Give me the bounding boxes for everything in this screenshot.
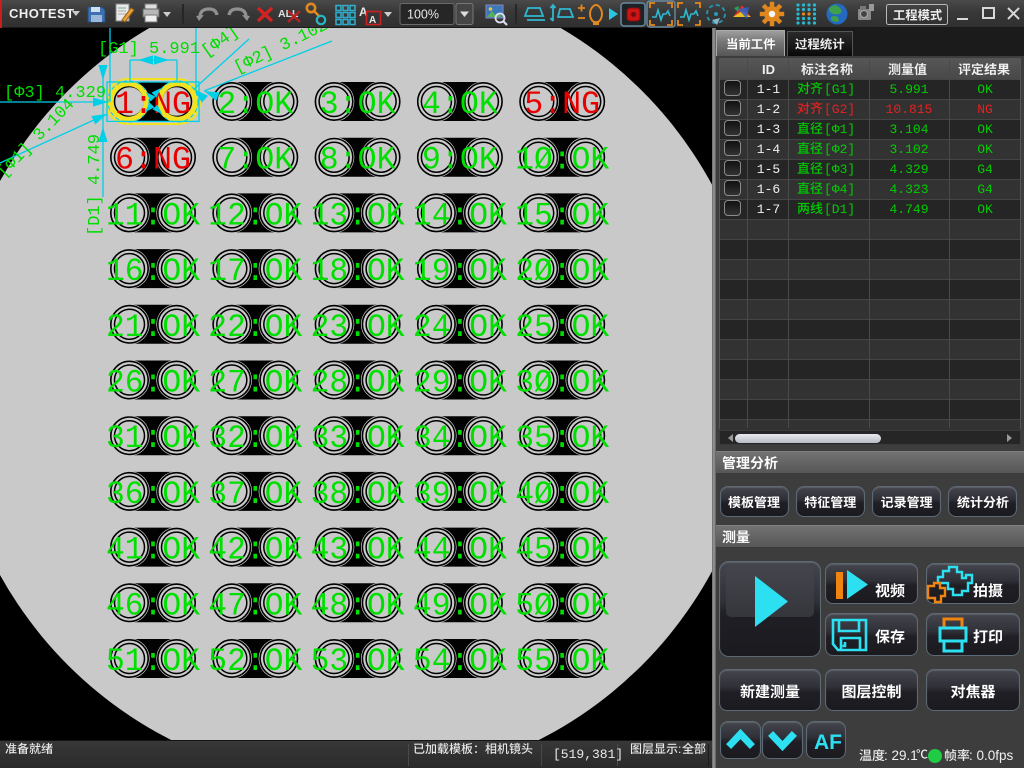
svg-text:14:OK: 14:OK: [413, 197, 507, 234]
svg-text:28:OK: 28:OK: [311, 365, 405, 402]
svg-text:21:OK: 21:OK: [106, 309, 200, 346]
svg-text:100%: 100%: [407, 8, 439, 22]
svg-text:39:OK: 39:OK: [413, 476, 507, 513]
svg-text:51:OK: 51:OK: [106, 643, 200, 680]
svg-text:5Ø:OK: 5Ø:OK: [515, 587, 609, 624]
svg-text:25:OK: 25:OK: [515, 309, 609, 346]
svg-text:34:OK: 34:OK: [413, 420, 507, 457]
svg-text:26:OK: 26:OK: [106, 365, 200, 402]
svg-text:[Φ3] 4.329: [Φ3] 4.329: [4, 84, 106, 103]
svg-text:42:OK: 42:OK: [208, 532, 302, 569]
svg-text:4:OK: 4:OK: [422, 86, 498, 123]
svg-text:3:OK: 3:OK: [320, 86, 396, 123]
svg-text:44:OK: 44:OK: [413, 532, 507, 569]
svg-text:22:OK: 22:OK: [208, 309, 302, 346]
svg-text:45:OK: 45:OK: [515, 532, 609, 569]
svg-text:18:OK: 18:OK: [311, 253, 405, 290]
svg-text:35:OK: 35:OK: [515, 420, 609, 457]
svg-text:15:OK: 15:OK: [515, 197, 609, 234]
svg-text:2Ø:OK: 2Ø:OK: [515, 253, 609, 290]
svg-text:37:OK: 37:OK: [208, 476, 302, 513]
svg-text:48:OK: 48:OK: [311, 587, 405, 624]
svg-text:4Ø:OK: 4Ø:OK: [515, 476, 609, 513]
svg-text:29:OK: 29:OK: [413, 365, 507, 402]
svg-text:47:OK: 47:OK: [208, 587, 302, 624]
svg-text:31:OK: 31:OK: [106, 420, 200, 457]
svg-text:8:OK: 8:OK: [320, 142, 396, 179]
svg-text:13:OK: 13:OK: [311, 197, 405, 234]
svg-text:19:OK: 19:OK: [413, 253, 507, 290]
svg-text:46:OK: 46:OK: [106, 587, 200, 624]
svg-text:49:OK: 49:OK: [413, 587, 507, 624]
svg-text:24:OK: 24:OK: [413, 309, 507, 346]
svg-text:43:OK: 43:OK: [311, 532, 405, 569]
svg-text:36:OK: 36:OK: [106, 476, 200, 513]
svg-text:41:OK: 41:OK: [106, 532, 200, 569]
svg-text:38:OK: 38:OK: [311, 476, 405, 513]
svg-text:11:OK: 11:OK: [106, 197, 200, 234]
svg-text:16:OK: 16:OK: [106, 253, 200, 290]
svg-text:9:OK: 9:OK: [422, 142, 498, 179]
svg-text:33:OK: 33:OK: [311, 420, 405, 457]
svg-text:55:OK: 55:OK: [515, 643, 609, 680]
svg-text:54:OK: 54:OK: [413, 643, 507, 680]
svg-text:32:OK: 32:OK: [208, 420, 302, 457]
svg-text:2:OK: 2:OK: [217, 86, 293, 123]
svg-text:[D1] 4.749: [D1] 4.749: [86, 134, 105, 236]
svg-text:27:OK: 27:OK: [208, 365, 302, 402]
svg-text:52:OK: 52:OK: [208, 643, 302, 680]
svg-text:12:OK: 12:OK: [208, 197, 302, 234]
svg-text:6:NG: 6:NG: [115, 142, 191, 179]
svg-text:1Ø:OK: 1Ø:OK: [515, 142, 609, 179]
svg-text:53:OK: 53:OK: [311, 643, 405, 680]
svg-text:5:NG: 5:NG: [524, 86, 600, 123]
svg-text:7:OK: 7:OK: [217, 142, 293, 179]
svg-text:1:NG: 1:NG: [115, 86, 191, 123]
svg-text:23:OK: 23:OK: [311, 309, 405, 346]
svg-text:3Ø:OK: 3Ø:OK: [515, 365, 609, 402]
svg-text:AF: AF: [814, 731, 842, 754]
svg-text:A: A: [369, 15, 376, 26]
svg-text:[G1] 5.991: [G1] 5.991: [98, 40, 200, 59]
svg-text:17:OK: 17:OK: [208, 253, 302, 290]
